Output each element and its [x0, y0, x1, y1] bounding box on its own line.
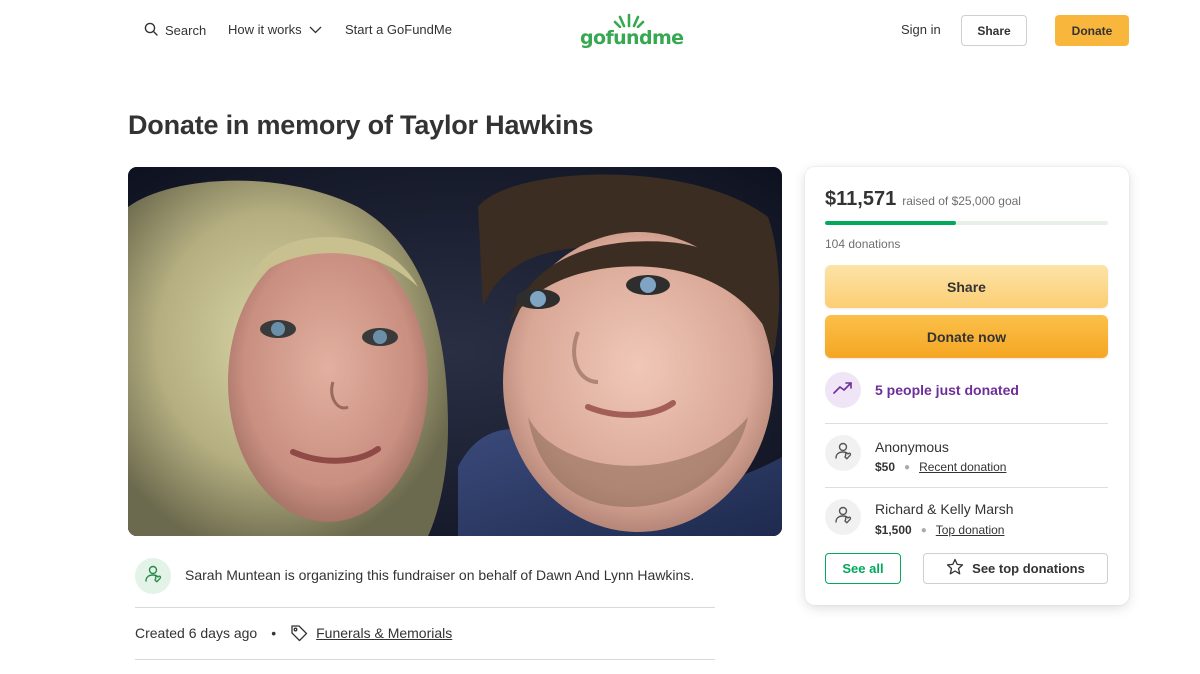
share-button[interactable]: Share — [825, 265, 1108, 308]
divider — [135, 607, 715, 608]
donor-name: Richard & Kelly Marsh — [875, 501, 1014, 517]
meta-separator: ● — [904, 461, 911, 473]
recent-activity-badge — [825, 372, 861, 408]
recent-activity-text: 5 people just donated — [875, 382, 1019, 398]
star-icon — [946, 558, 964, 579]
donor-meta: $50 ● Recent donation — [875, 460, 1006, 474]
goal-text: raised of $25,000 goal — [902, 194, 1021, 208]
donor-avatar — [825, 435, 861, 471]
gofundme-logo[interactable]: gofundme — [580, 12, 684, 50]
search-label: Search — [165, 23, 207, 38]
how-it-works-menu[interactable]: How it works — [228, 22, 322, 37]
logo-text: gofundme — [580, 27, 684, 49]
donor-amount: $50 — [875, 460, 896, 474]
raised-amount: $11,571 — [825, 188, 897, 210]
header-share-button[interactable]: Share — [961, 15, 1027, 46]
heart-hand-icon — [143, 564, 163, 589]
donation-type-link[interactable]: Top donation — [936, 523, 1005, 537]
campaign-photo — [128, 167, 782, 536]
see-all-button[interactable]: See all — [825, 553, 901, 584]
organizer-avatar — [135, 558, 171, 594]
progress-fill — [825, 221, 956, 225]
start-gofundme-link[interactable]: Start a GoFundMe — [345, 22, 452, 37]
donor-avatar — [825, 499, 861, 535]
sign-in-link[interactable]: Sign in — [901, 22, 941, 37]
heart-hand-icon — [833, 505, 853, 530]
progress-bar — [825, 221, 1108, 225]
meta-separator: ● — [920, 524, 927, 536]
divider — [135, 659, 715, 660]
donor-amount: $1,500 — [875, 523, 912, 537]
donation-card: $11,571 raised of $25,000 goal 104 donat… — [805, 167, 1129, 605]
tag-icon — [290, 624, 308, 642]
chevron-down-icon — [309, 22, 322, 37]
heart-hand-icon — [833, 441, 853, 466]
how-it-works-label: How it works — [228, 22, 302, 37]
see-top-donations-label: See top donations — [972, 561, 1085, 576]
site-header: Search How it works Start a GoFundMe gof… — [0, 0, 1200, 62]
donate-now-button[interactable]: Donate now — [825, 315, 1108, 358]
category-link[interactable]: Funerals & Memorials — [316, 625, 452, 641]
divider — [825, 487, 1108, 488]
header-donate-button[interactable]: Donate — [1055, 15, 1129, 46]
search-link[interactable]: Search — [144, 22, 206, 39]
see-top-donations-button[interactable]: See top donations — [923, 553, 1108, 584]
donor-meta: $1,500 ● Top donation — [875, 523, 1004, 537]
search-icon — [144, 22, 158, 39]
donor-name: Anonymous — [875, 439, 949, 455]
campaign-meta: Created 6 days ago • Funerals & Memorial… — [135, 624, 452, 642]
organizer-text: Sarah Muntean is organizing this fundrai… — [185, 567, 695, 583]
meta-separator: • — [271, 625, 277, 641]
donation-type-link[interactable]: Recent donation — [919, 460, 1006, 474]
start-gofundme-label: Start a GoFundMe — [345, 22, 452, 37]
raised-summary: $11,571 raised of $25,000 goal — [825, 188, 1021, 211]
page-title: Donate in memory of Taylor Hawkins — [128, 110, 594, 140]
donations-count: 104 donations — [825, 237, 901, 251]
trending-up-icon — [833, 381, 853, 400]
created-date: Created 6 days ago — [135, 625, 258, 641]
divider — [825, 423, 1108, 424]
